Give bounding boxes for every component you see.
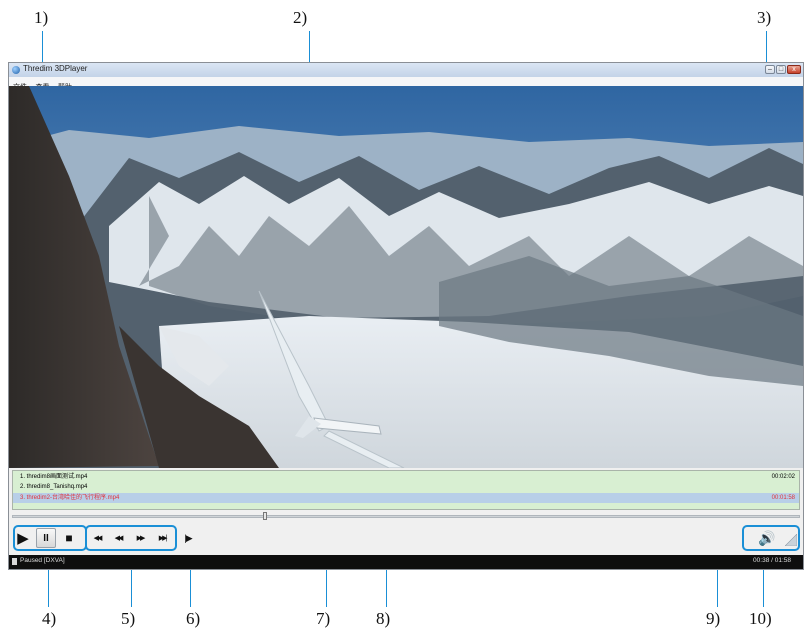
window-title: Thredim 3DPlayer bbox=[23, 64, 88, 73]
callout-6: 6) bbox=[186, 609, 201, 628]
minimize-button[interactable]: – bbox=[765, 65, 775, 74]
volume-button[interactable]: 🔊 bbox=[757, 528, 777, 548]
time-display: 00:38 / 01:58 bbox=[753, 557, 791, 564]
playlist-item-duration: 00:02:02 bbox=[771, 474, 795, 480]
app-logo-icon bbox=[12, 66, 20, 74]
callout-5: 5) bbox=[121, 609, 136, 628]
playlist-item-1[interactable]: 1. thredim8画面测试.mp4 00:02:02 bbox=[13, 472, 799, 482]
volume-level-icon bbox=[784, 533, 798, 547]
title-bar[interactable]: Thredim 3DPlayer – □ x bbox=[9, 63, 803, 77]
callout-2: 2) bbox=[293, 8, 308, 27]
callout-10: 10) bbox=[749, 609, 772, 628]
maximize-button[interactable]: □ bbox=[776, 65, 786, 74]
skip-forward-button[interactable]: ▶▶| bbox=[152, 528, 172, 548]
seek-thumb[interactable] bbox=[263, 512, 268, 520]
playlist: 1. thredim8画面测试.mp4 00:02:02 2. thredim8… bbox=[12, 470, 800, 510]
pause-button[interactable]: II bbox=[36, 528, 56, 548]
playlist-item-name: 3. thredim2-台湾哈佳的飞行程序.mp4 bbox=[20, 495, 120, 501]
stop-button[interactable]: ■ bbox=[59, 528, 79, 548]
play-button[interactable]: ▶ bbox=[13, 528, 33, 548]
callout-8: 8) bbox=[376, 609, 391, 628]
video-display[interactable] bbox=[9, 86, 803, 468]
playlist-item-name: 2. thredim8_Tanishq.mp4 bbox=[20, 484, 88, 490]
callout-1: 1) bbox=[34, 8, 49, 27]
fast-forward-button[interactable]: ▶▶ bbox=[130, 528, 150, 548]
file-icon bbox=[12, 558, 17, 565]
seek-bar[interactable] bbox=[12, 512, 800, 520]
playlist-item-duration: 00:01:58 bbox=[771, 495, 795, 501]
volume-slider[interactable] bbox=[784, 533, 798, 547]
status-bar: Paused [DXVA] 00:38 / 01:58 bbox=[9, 555, 803, 569]
callout-3: 3) bbox=[757, 8, 772, 27]
skip-back-button[interactable]: ◀◀ bbox=[87, 528, 107, 548]
playback-status: Paused [DXVA] bbox=[20, 557, 65, 564]
callout-9: 9) bbox=[706, 609, 721, 628]
frame-step-button[interactable]: |▶ bbox=[178, 528, 198, 548]
rewind-button[interactable]: ◀◀ bbox=[108, 528, 128, 548]
video-frame-image bbox=[9, 86, 803, 468]
player-window: Thredim 3DPlayer – □ x 文件 查看 帮助 bbox=[8, 62, 804, 570]
menu-bar: 文件 查看 帮助 bbox=[9, 77, 803, 91]
callout-7: 7) bbox=[316, 609, 331, 628]
playlist-item-2[interactable]: 2. thredim8_Tanishq.mp4 bbox=[13, 482, 799, 492]
callout-4: 4) bbox=[42, 609, 57, 628]
playlist-item-3[interactable]: 3. thredim2-台湾哈佳的飞行程序.mp4 00:01:58 bbox=[13, 493, 799, 503]
playlist-item-name: 1. thredim8画面测试.mp4 bbox=[20, 474, 88, 480]
close-button[interactable]: x bbox=[787, 65, 801, 74]
